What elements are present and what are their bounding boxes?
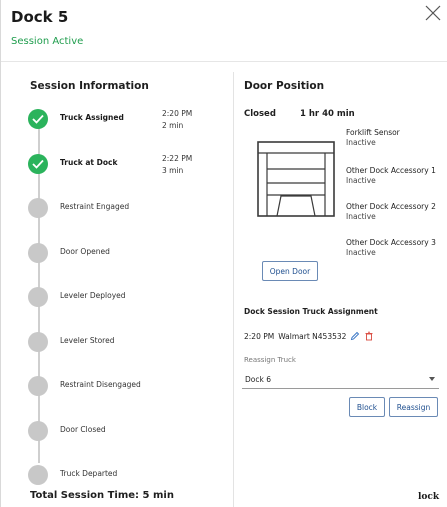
delete-trash-icon[interactable] bbox=[364, 331, 374, 341]
dock-door-icon bbox=[257, 141, 335, 217]
accessory-item: Other Dock Accessory 3 Inactive bbox=[346, 238, 436, 258]
timeline-step: Restraint Disengaged bbox=[28, 373, 228, 403]
step-label: Truck at Dock bbox=[60, 157, 118, 167]
step-pending-icon bbox=[28, 420, 48, 441]
step-label: Leveler Deployed bbox=[60, 291, 126, 300]
timeline-step: Door Opened bbox=[28, 240, 228, 270]
step-label: Door Opened bbox=[60, 246, 110, 256]
reassign-button[interactable]: Reassign bbox=[389, 397, 438, 417]
block-button[interactable]: Block bbox=[349, 397, 385, 417]
step-label: Truck Assigned bbox=[60, 113, 124, 122]
step-pending-icon bbox=[28, 287, 48, 307]
step-complete-icon bbox=[28, 109, 48, 129]
accessory-state: Inactive bbox=[346, 248, 376, 257]
open-door-button[interactable]: Open Door bbox=[262, 261, 318, 281]
step-label: Restraint Engaged bbox=[60, 202, 130, 211]
timeline-step: Door Closed bbox=[28, 418, 228, 448]
accessory-name: Other Dock Accessory 1 bbox=[346, 166, 436, 175]
modal-header: Dock 5 Session Active bbox=[1, 0, 447, 62]
assignment-truck: Walmart N453532 bbox=[278, 331, 347, 341]
accessory-state: Inactive bbox=[346, 176, 376, 185]
step-label: Restraint Disengaged bbox=[60, 380, 141, 389]
accessory-item: Other Dock Accessory 1 Inactive bbox=[346, 166, 436, 186]
step-timestamp: 2:20 PM bbox=[162, 109, 193, 118]
session-information-panel: Session Information Truck Assigned 2:20 P… bbox=[1, 62, 233, 507]
brand-logo: lock bbox=[418, 492, 439, 502]
door-position-panel: Door Position Closed 1 hr 40 min Open Do… bbox=[234, 62, 447, 507]
step-pending-icon bbox=[28, 242, 48, 263]
reassign-dock-select[interactable]: Dock 6 bbox=[242, 371, 439, 389]
accessory-name: Other Dock Accessory 2 bbox=[346, 202, 436, 211]
reassign-truck-label: Reassign Truck bbox=[244, 356, 296, 364]
accessory-state: Inactive bbox=[346, 138, 376, 147]
session-info-title: Session Information bbox=[30, 80, 149, 92]
total-session-value: 5 min bbox=[142, 490, 174, 501]
reassign-selected-value: Dock 6 bbox=[245, 375, 271, 384]
modal-body: Session Information Truck Assigned 2:20 P… bbox=[1, 62, 447, 507]
step-label: Truck Departed bbox=[60, 469, 118, 478]
brand-logo-text: ock bbox=[421, 492, 440, 502]
truck-assignment-row: 2:20 PM Walmart N453532 bbox=[244, 331, 374, 341]
close-icon[interactable] bbox=[424, 4, 442, 22]
step-duration: 2 min bbox=[162, 121, 184, 130]
step-pending-icon bbox=[28, 198, 48, 218]
timeline-step: Restraint Engaged bbox=[28, 195, 228, 225]
accessory-state: Inactive bbox=[346, 212, 376, 221]
truck-assignment-title: Dock Session Truck Assignment bbox=[244, 307, 378, 316]
timeline-step: Leveler Stored bbox=[28, 329, 228, 359]
step-pending-icon bbox=[28, 465, 48, 485]
step-timestamp: 2:22 PM bbox=[162, 153, 193, 163]
step-complete-icon bbox=[28, 153, 48, 174]
door-position-title: Door Position bbox=[244, 80, 325, 92]
accessory-item: Forklift Sensor Inactive bbox=[346, 128, 400, 148]
chevron-down-icon bbox=[429, 377, 435, 381]
accessory-item: Other Dock Accessory 2 Inactive bbox=[346, 202, 436, 222]
door-status-duration: 1 hr 40 min bbox=[300, 109, 355, 119]
assignment-time: 2:20 PM bbox=[244, 331, 275, 341]
door-status: Closed bbox=[244, 109, 276, 119]
session-status: Session Active bbox=[11, 36, 84, 47]
step-pending-icon bbox=[28, 376, 48, 396]
edit-pencil-icon[interactable] bbox=[350, 331, 360, 341]
total-session-label: Total Session Time: bbox=[30, 490, 140, 501]
step-duration: 3 min bbox=[162, 165, 184, 175]
page-title: Dock 5 bbox=[11, 8, 69, 26]
step-pending-icon bbox=[28, 331, 48, 352]
accessory-name: Other Dock Accessory 3 bbox=[346, 238, 436, 247]
timeline-step: Truck Assigned 2:20 PM 2 min bbox=[28, 106, 228, 136]
step-time: 2:20 PM 2 min bbox=[162, 108, 192, 132]
timeline-step: Truck Departed bbox=[28, 462, 228, 492]
timeline-step: Truck at Dock 2:22 PM 3 min bbox=[28, 151, 228, 181]
accessory-name: Forklift Sensor bbox=[346, 128, 400, 137]
step-label: Door Closed bbox=[60, 424, 106, 434]
step-label: Leveler Stored bbox=[60, 335, 115, 345]
dock-session-modal: Dock 5 Session Active Session Informatio… bbox=[0, 0, 447, 507]
timeline-step: Leveler Deployed bbox=[28, 284, 228, 314]
total-session-time: Total Session Time: 5 min bbox=[30, 490, 174, 501]
step-time: 2:22 PM 3 min bbox=[162, 153, 192, 177]
